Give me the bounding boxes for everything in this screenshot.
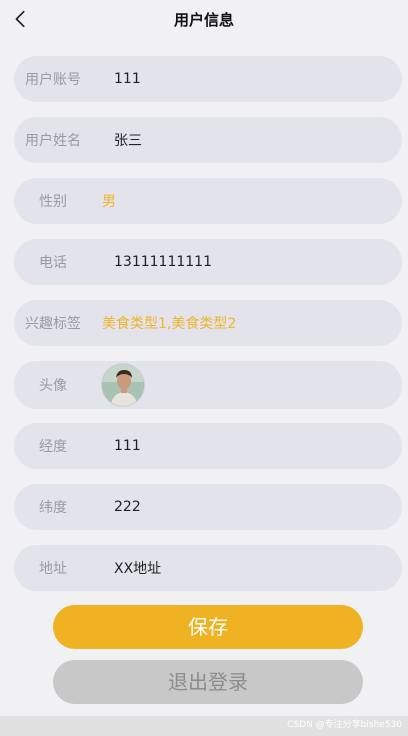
name-label: 用户姓名 <box>25 133 81 149</box>
account-row[interactable]: 用户账号 111 <box>14 56 402 102</box>
name-row[interactable]: 用户姓名 张三 <box>14 117 402 163</box>
address-label: 地址 <box>39 561 67 577</box>
phone-label: 电话 <box>39 255 67 271</box>
account-value[interactable]: 111 <box>114 71 141 87</box>
save-button[interactable]: 保存 <box>53 605 363 649</box>
address-value[interactable]: XX地址 <box>114 558 161 578</box>
avatar-label: 头像 <box>39 378 67 394</box>
longitude-row[interactable]: 经度 111 <box>14 423 402 469</box>
latitude-label: 纬度 <box>39 500 67 516</box>
phone-row[interactable]: 电话 13111111111 <box>14 239 402 285</box>
logout-button[interactable]: 退出登录 <box>53 660 363 704</box>
top-nav-bar: 用户信息 <box>0 0 408 40</box>
interests-label: 兴趣标签 <box>25 316 81 332</box>
latitude-value[interactable]: 222 <box>114 499 141 515</box>
address-row[interactable]: 地址 XX地址 <box>14 545 402 591</box>
gender-label: 性别 <box>39 194 67 210</box>
watermark: CSDN @专注分享bishe530 <box>287 720 402 730</box>
account-label: 用户账号 <box>25 72 81 88</box>
name-value[interactable]: 张三 <box>114 130 142 150</box>
interests-value[interactable]: 美食类型1,美食类型2 <box>102 313 236 333</box>
phone-value[interactable]: 13111111111 <box>114 254 212 270</box>
avatar-image <box>102 364 144 406</box>
interests-row[interactable]: 兴趣标签 美食类型1,美食类型2 <box>14 300 402 346</box>
page-title: 用户信息 <box>173 11 234 29</box>
user-info-form: 用户账号 111 用户姓名 张三 性别 男 电话 13111111111 兴趣标… <box>14 56 402 606</box>
gender-row[interactable]: 性别 男 <box>14 178 402 224</box>
longitude-value[interactable]: 111 <box>114 438 141 454</box>
latitude-row[interactable]: 纬度 222 <box>14 484 402 530</box>
longitude-label: 经度 <box>39 439 67 455</box>
avatar-row[interactable]: 头像 <box>14 361 402 409</box>
gender-value[interactable]: 男 <box>102 191 116 211</box>
avatar[interactable] <box>101 363 145 407</box>
